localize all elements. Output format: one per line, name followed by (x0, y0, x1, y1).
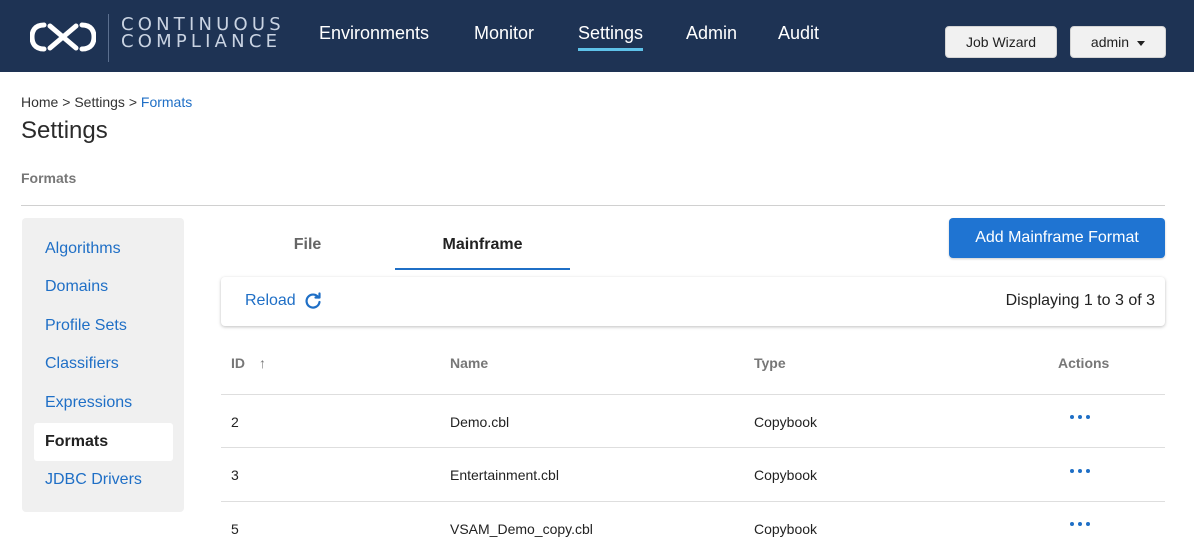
cell-id: 2 (231, 414, 239, 430)
cell-type: Copybook (754, 521, 818, 537)
row-divider (221, 501, 1165, 502)
brand-line-2: COMPLIANCE (121, 31, 282, 52)
logo-divider (108, 14, 109, 62)
job-wizard-label: Job Wizard (965, 34, 1037, 50)
row-actions-menu-icon[interactable] (1070, 522, 1090, 528)
brand-logo-icon[interactable] (30, 20, 96, 54)
column-header-type[interactable]: Type (754, 355, 786, 371)
column-header-actions: Actions (1058, 355, 1110, 371)
row-divider (221, 447, 1165, 448)
sidebar-item-domains[interactable]: Domains (34, 268, 173, 306)
cell-id: 3 (231, 467, 239, 483)
row-divider (221, 394, 1165, 395)
sort-ascending-icon: ↑ (259, 355, 266, 371)
refresh-icon (305, 292, 321, 309)
cell-type: Copybook (754, 414, 818, 430)
breadcrumb-separator: > (62, 94, 75, 110)
cell-type: Copybook (754, 467, 818, 483)
nav-settings[interactable]: Settings (578, 23, 644, 51)
pagination-status: Displaying 1 to 3 of 3 (1005, 292, 1155, 309)
table-toolbar: Reload Displaying 1 to 3 of 3 (221, 277, 1165, 326)
column-header-id[interactable]: ID ↑ (231, 355, 266, 371)
section-divider (21, 205, 1165, 206)
cell-name: Entertainment.cbl (450, 467, 559, 483)
brand-wordmark: CONTINUOUS COMPLIANCE (121, 16, 285, 52)
sidebar-item-algorithms[interactable]: Algorithms (34, 230, 173, 268)
sidebar-item-profile-sets[interactable]: Profile Sets (34, 307, 173, 345)
sidebar-item-formats[interactable]: Formats (34, 423, 173, 461)
reload-button[interactable]: Reload (245, 292, 322, 310)
nav-monitor[interactable]: Monitor (474, 23, 534, 44)
page-title: Settings (21, 117, 108, 144)
row-actions-menu-icon[interactable] (1070, 415, 1090, 421)
add-mainframe-format-button[interactable]: Add Mainframe Format (949, 218, 1165, 258)
breadcrumb-settings[interactable]: Settings (74, 94, 125, 110)
breadcrumb: Home > Settings > Formats (21, 94, 192, 110)
nav-environments[interactable]: Environments (319, 23, 429, 44)
user-menu-label: admin (1090, 34, 1130, 50)
sidebar-item-jdbc-drivers[interactable]: JDBC Drivers (34, 461, 173, 499)
top-navigation-bar: CONTINUOUS COMPLIANCE Environments Monit… (0, 0, 1194, 72)
reload-label: Reload (245, 292, 296, 309)
cell-name: Demo.cbl (450, 414, 510, 430)
caret-down-icon (1137, 40, 1146, 46)
settings-sidebar: Algorithms Domains Profile Sets Classifi… (22, 218, 184, 512)
tab-mainframe[interactable]: Mainframe (395, 220, 570, 270)
column-header-id-label: ID (231, 355, 245, 371)
row-actions-menu-icon[interactable] (1070, 469, 1090, 475)
breadcrumb-separator: > (128, 94, 141, 110)
sidebar-item-classifiers[interactable]: Classifiers (34, 345, 173, 383)
nav-audit[interactable]: Audit (778, 23, 819, 44)
user-menu-button[interactable]: admin (1070, 26, 1166, 58)
section-title: Formats (21, 170, 77, 186)
breadcrumb-current[interactable]: Formats (141, 94, 192, 110)
breadcrumb-home[interactable]: Home (21, 94, 58, 110)
tab-file[interactable]: File (220, 220, 395, 270)
sidebar-item-expressions[interactable]: Expressions (34, 384, 173, 422)
job-wizard-button[interactable]: Job Wizard (945, 26, 1057, 58)
column-header-name[interactable]: Name (450, 355, 488, 371)
cell-id: 5 (231, 521, 239, 537)
nav-admin[interactable]: Admin (686, 23, 737, 44)
cell-name: VSAM_Demo_copy.cbl (450, 521, 593, 537)
